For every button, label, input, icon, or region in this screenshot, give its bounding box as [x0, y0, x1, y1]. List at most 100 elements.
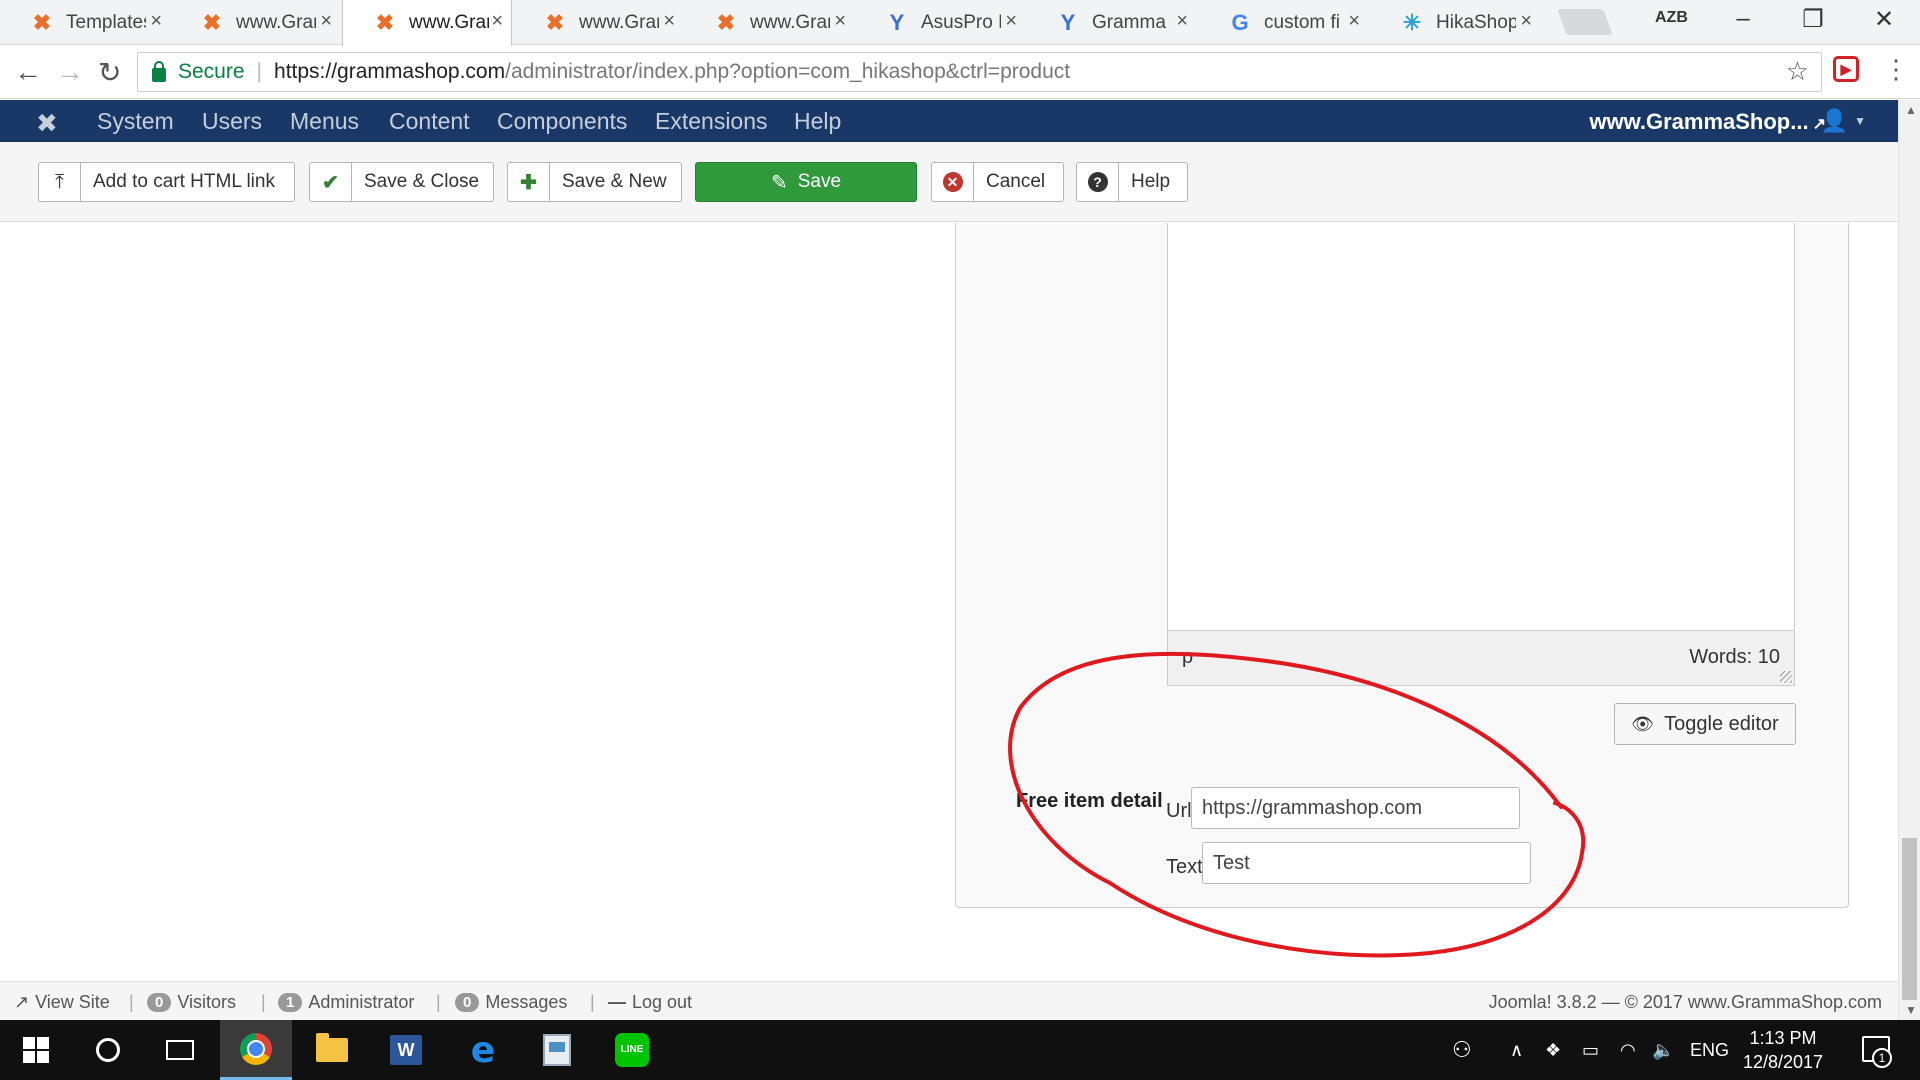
browser-tab-strip: ✖ Templates × ✖ www.Gram × ✖ www.Gram × … — [0, 0, 1920, 46]
tab-title: www.Gram — [579, 11, 659, 33]
windows-start-icon[interactable] — [0, 1020, 72, 1080]
plus-icon: ✚ — [508, 163, 550, 201]
document-app-icon[interactable] — [521, 1020, 593, 1080]
visitors-link[interactable]: 0 Visitors — [147, 992, 236, 1013]
upload-icon: ⤒ — [39, 163, 81, 201]
help-icon: ? — [1077, 163, 1119, 201]
divider: | — [436, 992, 441, 1012]
edge-icon[interactable]: e — [447, 1020, 519, 1080]
save-button[interactable]: ✎ Save — [695, 162, 917, 202]
save-and-close-button[interactable]: ✔ Save & Close — [309, 162, 494, 202]
nav-item-system[interactable]: System — [97, 108, 174, 135]
add-to-cart-html-link-button[interactable]: ⤒ Add to cart HTML link — [38, 162, 295, 202]
logout-label: Log out — [632, 992, 693, 1012]
browser-tab[interactable]: G custom fi × — [1198, 0, 1368, 45]
browser-tab[interactable]: ✖ www.Gram × — [170, 0, 340, 45]
browser-menu-icon[interactable]: ⋮ — [1883, 54, 1909, 85]
scroll-thumb[interactable] — [1902, 838, 1917, 1000]
page-scrollbar[interactable]: ▲ ▼ — [1898, 100, 1920, 1020]
url-host: https://grammashop.com — [274, 60, 506, 83]
free-item-text-input[interactable] — [1202, 842, 1531, 884]
tab-title: www.Gram — [750, 11, 830, 33]
free-item-url-input[interactable] — [1191, 787, 1520, 829]
toggle-editor-button[interactable]: 👁 Toggle editor — [1614, 703, 1796, 745]
free-item-detail-label: Free item detail — [1016, 790, 1163, 812]
browser-tab-active[interactable]: ✖ www.Gram × — [342, 0, 512, 46]
close-icon[interactable]: × — [1348, 10, 1360, 33]
editor-path[interactable]: p — [1182, 646, 1193, 669]
view-site-link[interactable]: ↗ View Site — [14, 992, 110, 1013]
browser-tab[interactable]: ✖ www.Gram × — [684, 0, 854, 45]
close-icon[interactable]: × — [320, 10, 332, 33]
tab-title: custom fi — [1264, 11, 1341, 33]
search-icon[interactable] — [72, 1020, 144, 1080]
resize-handle-icon[interactable] — [1780, 671, 1792, 683]
window-close-icon[interactable]: ✕ — [1864, 5, 1904, 34]
joomla-logo-icon[interactable]: ✖ — [36, 108, 58, 139]
wifi-icon[interactable]: ◠ — [1620, 1020, 1636, 1080]
close-icon[interactable]: × — [663, 10, 675, 33]
chrome-taskbar-icon[interactable] — [220, 1020, 292, 1080]
restore-icon[interactable]: ❐ — [1793, 5, 1833, 34]
line-app-icon[interactable]: LINE — [596, 1020, 668, 1080]
minimize-icon[interactable]: – — [1723, 5, 1763, 33]
save-and-new-button[interactable]: ✚ Save & New — [507, 162, 682, 202]
browser-tab[interactable]: ✳ HikaShop × — [1370, 0, 1540, 45]
joomla-icon: ✖ — [545, 10, 565, 35]
main-content: p Words: 10 👁 Toggle editor Free item de… — [0, 223, 1898, 981]
scroll-up-icon[interactable]: ▲ — [1905, 103, 1917, 117]
battery-icon[interactable]: ▭ — [1582, 1020, 1599, 1080]
bookmark-star-icon[interactable]: ☆ — [1786, 56, 1809, 87]
extension-icon[interactable]: ▶ — [1833, 56, 1859, 82]
browser-tab[interactable]: ✖ www.Gram × — [513, 0, 683, 45]
language-indicator[interactable]: ENG — [1690, 1020, 1729, 1080]
back-arrow-icon[interactable]: ← — [14, 56, 42, 88]
close-icon[interactable]: × — [150, 10, 162, 33]
administrator-link[interactable]: 1 Administrator — [278, 992, 414, 1013]
messages-link[interactable]: 0 Messages — [455, 992, 567, 1013]
browser-tab[interactable]: Y AsusPro B × — [855, 0, 1025, 45]
cancel-button[interactable]: ✕ Cancel — [931, 162, 1064, 202]
browser-tab[interactable]: Y Gramma S × — [1026, 0, 1196, 45]
scroll-down-icon[interactable]: ▼ — [1905, 1003, 1917, 1017]
edit-icon: ✎ — [770, 171, 788, 194]
task-view-icon[interactable] — [144, 1020, 216, 1080]
close-icon[interactable]: × — [491, 10, 503, 33]
file-explorer-icon[interactable] — [296, 1020, 368, 1080]
action-toolbar: ⤒ Add to cart HTML link ✔ Save & Close ✚… — [0, 142, 1898, 222]
browser-tab[interactable]: ✖ Templates × — [0, 0, 170, 45]
nav-item-menus[interactable]: Menus — [290, 108, 359, 135]
description-editor[interactable] — [1167, 223, 1795, 630]
close-icon[interactable]: × — [834, 10, 846, 33]
close-icon[interactable]: × — [1176, 10, 1188, 33]
close-icon[interactable]: × — [1520, 10, 1532, 33]
clock-time: 1:13 PM — [1749, 1028, 1817, 1048]
user-icon[interactable]: 👤 — [1821, 108, 1848, 134]
help-button[interactable]: ? Help — [1076, 162, 1188, 202]
people-icon[interactable]: ⚇ — [1452, 1020, 1472, 1080]
nav-item-users[interactable]: Users — [202, 108, 262, 135]
new-tab-button[interactable] — [1557, 9, 1613, 35]
divider: | — [261, 992, 266, 1012]
forward-arrow-icon[interactable]: → — [56, 56, 84, 88]
button-label: Toggle editor — [1664, 712, 1779, 735]
nav-item-components[interactable]: Components — [497, 108, 627, 135]
site-link[interactable]: www.GrammaShop... ↗ — [1589, 109, 1826, 135]
nav-item-extensions[interactable]: Extensions — [655, 108, 768, 135]
logout-link[interactable]: — Log out — [608, 992, 692, 1013]
address-bar: ← → ↻ Secure | https://grammashop.com/ad… — [0, 46, 1920, 99]
reload-icon[interactable]: ↻ — [98, 56, 121, 89]
close-icon[interactable]: × — [1005, 10, 1017, 33]
nav-item-content[interactable]: Content — [389, 108, 470, 135]
system-clock[interactable]: 1:13 PM 12/8/2017 — [1728, 1026, 1838, 1074]
dropbox-icon[interactable]: ❖ — [1545, 1020, 1561, 1080]
word-icon[interactable]: W — [370, 1020, 442, 1080]
nav-item-help[interactable]: Help — [794, 108, 841, 135]
tab-title: HikaShop — [1436, 11, 1516, 33]
chevron-up-icon[interactable]: ∧ — [1510, 1020, 1523, 1080]
url-bar[interactable]: Secure | https://grammashop.com/administ… — [137, 52, 1822, 92]
admin-label: Administrator — [308, 992, 415, 1012]
view-site-label: View Site — [35, 992, 110, 1012]
volume-icon[interactable]: 🔈 — [1652, 1020, 1674, 1080]
yandex-icon: Y — [1060, 10, 1076, 35]
